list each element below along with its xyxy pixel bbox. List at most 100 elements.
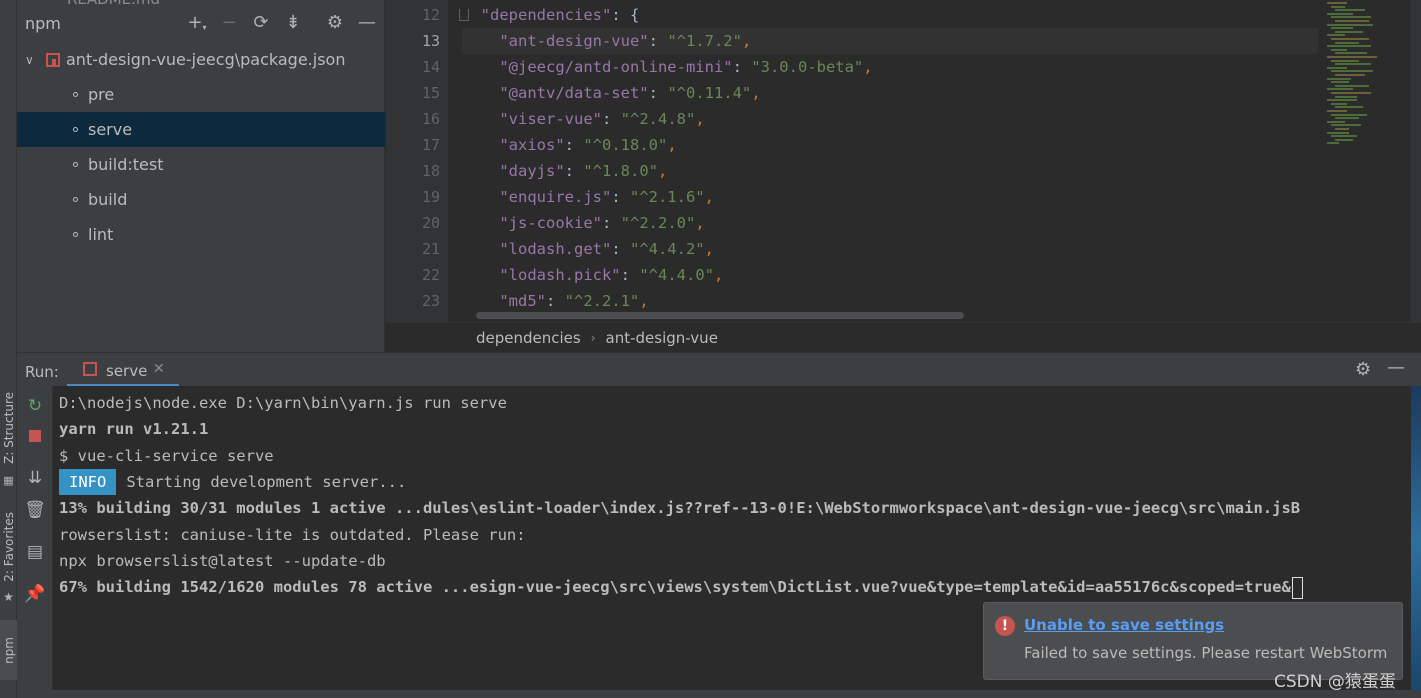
code-line[interactable]: "@jeecg/antd-online-mini": "3.0.0-beta", <box>462 54 1318 80</box>
console-line-text: 67% building 1542/1620 modules 78 active… <box>59 578 1291 597</box>
rerun-icon[interactable]: ↻ <box>23 394 47 418</box>
minimap-stroke <box>1327 88 1353 91</box>
console-line-text: npx browserslist@latest --update-db <box>59 551 386 570</box>
stop-icon[interactable] <box>23 424 47 448</box>
console-line: 67% building 1542/1620 modules 78 active… <box>59 574 1303 600</box>
minimap-stroke <box>1335 9 1365 12</box>
json-colon: : <box>601 110 621 128</box>
breadcrumb-item-dependencies[interactable]: dependencies <box>476 329 581 347</box>
script-item-lint[interactable]: lint <box>17 217 385 252</box>
json-value: "^2.2.1" <box>564 292 640 310</box>
line-number: 23 <box>421 292 440 310</box>
json-value: "^0.11.4" <box>667 84 752 102</box>
notification-title-link[interactable]: Unable to save settings <box>1024 616 1224 634</box>
run-tab-serve[interactable]: serve ✕ <box>67 353 179 387</box>
code-editor[interactable]: 12 13 14 15 16 17 18 19 20 21 22 23 "dependencies":… <box>386 0 1421 322</box>
json-colon: : <box>732 58 752 76</box>
code-line[interactable]: "viser-vue": "^2.4.8", <box>462 106 1318 132</box>
json-comma: , <box>751 84 761 102</box>
code-line[interactable]: "md5": "^2.2.1", <box>462 288 1318 314</box>
npm-tool-tab[interactable]: npm <box>0 620 17 680</box>
console-line: rowserslist: caniuse-lite is outdated. P… <box>59 522 526 548</box>
json-key: "ant-design-vue" <box>499 32 649 50</box>
minimap[interactable] <box>1321 0 1421 160</box>
gear-icon[interactable]: ⚙ <box>1355 359 1371 380</box>
hide-icon[interactable]: — <box>355 10 379 34</box>
line-number: 13 <box>421 32 440 50</box>
line-number: 15 <box>421 84 440 102</box>
script-item-build-test[interactable]: build:test <box>17 147 385 182</box>
package-json-node[interactable]: ∨ ant-design-vue-jeecg\package.json <box>17 42 385 77</box>
run-tool-window-header: Run: serve ✕ ⚙ — <box>17 352 1421 387</box>
json-comma: , <box>704 240 714 258</box>
script-item-serve[interactable]: serve <box>17 112 385 147</box>
minimap-stroke <box>1327 99 1357 102</box>
minimap-stroke <box>1335 138 1353 141</box>
trash-icon[interactable]: 🗑 <box>23 498 47 522</box>
run-label: Run: <box>25 363 59 381</box>
json-colon: : <box>611 6 630 24</box>
refresh-icon[interactable]: ⟳ <box>249 10 273 34</box>
json-comma: , <box>704 188 714 206</box>
scroll-to-end-icon[interactable]: ⇊ <box>23 466 47 490</box>
json-key: "enquire.js" <box>499 188 612 206</box>
json-colon: : <box>648 32 668 50</box>
code-line[interactable]: "axios": "^0.18.0", <box>462 132 1318 158</box>
favorites-tool-tab[interactable]: 2: Favorites <box>0 508 17 586</box>
minimap-stroke <box>1335 106 1363 109</box>
json-key: "md5" <box>499 292 546 310</box>
npm-tab-label: npm <box>1 636 16 664</box>
structure-tool-tab[interactable]: Z: Structure <box>0 388 17 468</box>
json-value: "^4.4.2" <box>629 240 705 258</box>
minimap-stroke <box>1331 92 1371 94</box>
code-line[interactable]: "lodash.get": "^4.4.2", <box>462 236 1318 262</box>
script-bullet-icon <box>73 127 78 132</box>
code-line[interactable]: "dependencies": { <box>462 2 1318 28</box>
breadcrumb-item-ant-design-vue[interactable]: ant-design-vue <box>606 329 718 347</box>
pin-icon[interactable]: 📌 <box>23 582 47 606</box>
plus-icon[interactable]: + ▾ <box>185 10 209 34</box>
json-colon: : <box>564 162 584 180</box>
gear-icon[interactable]: ⚙ <box>323 10 347 34</box>
hide-icon[interactable]: — <box>1387 357 1405 378</box>
minimap-stroke <box>1331 135 1357 138</box>
json-colon: : <box>620 266 640 284</box>
horizontal-scrollbar[interactable] <box>476 312 964 319</box>
code-line[interactable]: "dayjs": "^1.8.0", <box>462 158 1318 184</box>
run-tab-label: serve <box>106 362 148 380</box>
minimap-stroke <box>1331 5 1345 8</box>
console-line: npx browserslist@latest --update-db <box>59 548 386 574</box>
minimap-stroke <box>1331 38 1369 40</box>
json-comma: , <box>657 162 668 180</box>
json-comma: , <box>741 32 752 50</box>
npm-panel-title: npm <box>25 14 61 33</box>
info-badge: INFO <box>59 468 117 495</box>
minus-icon[interactable]: − <box>217 10 241 34</box>
close-icon[interactable]: ✕ <box>153 361 165 377</box>
code-line[interactable]: "@antv/data-set": "^0.11.4", <box>462 80 1318 106</box>
chevron-right-icon: › <box>590 330 596 345</box>
code-line[interactable]: "js-cookie": "^2.2.0", <box>462 210 1318 236</box>
left-tool-strip: Z: Structure ▦ 2: Favorites ★ npm <box>0 0 17 698</box>
line-number: 20 <box>421 214 440 232</box>
layout-icon[interactable]: ▤ <box>23 540 47 564</box>
script-bullet-icon <box>73 232 78 237</box>
code-line[interactable]: "enquire.js": "^2.1.6", <box>462 184 1318 210</box>
line-number: 18 <box>421 162 440 180</box>
line-number: 16 <box>421 110 440 128</box>
structure-tab-label: Z: Structure <box>1 392 16 464</box>
minimap-stroke <box>1335 84 1369 87</box>
code-line[interactable]: "ant-design-vue": "^1.7.2", <box>462 28 1318 54</box>
collapse-icon[interactable]: ⇟ <box>281 10 305 34</box>
console-line-text: Starting development server... <box>126 472 407 491</box>
script-item-pre[interactable]: pre <box>17 77 385 112</box>
minimap-stroke <box>1327 77 1351 80</box>
chevron-down-icon[interactable]: ∨ <box>25 53 34 67</box>
script-item-build[interactable]: build <box>17 182 385 217</box>
json-key: "viser-vue" <box>499 110 602 128</box>
minimap-stroke <box>1335 63 1371 66</box>
code-line[interactable]: "lodash.pick": "^4.4.0", <box>462 262 1318 288</box>
